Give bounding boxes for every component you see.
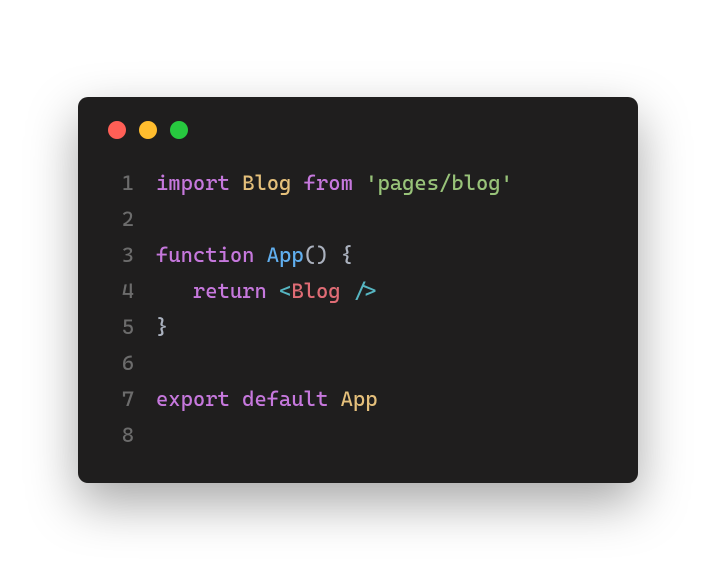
code-token: [353, 171, 365, 195]
code-token: from: [304, 171, 353, 195]
maximize-icon[interactable]: [170, 121, 188, 139]
code-token: [267, 279, 279, 303]
code-line: 6: [104, 345, 612, 381]
line-number: 2: [104, 201, 134, 237]
code-editor-window: 1 import Blog from 'pages/blog' 2 3 functio…: [78, 97, 638, 484]
code-token: [230, 387, 242, 411]
code-token: return: [193, 279, 267, 303]
code-content: [156, 345, 168, 381]
line-number: 1: [104, 165, 134, 201]
code-line: 2: [104, 201, 612, 237]
window-controls: [108, 121, 612, 139]
code-token: [254, 243, 266, 267]
code-content: }: [156, 309, 168, 345]
code-line: 4 return <Blog />: [104, 273, 612, 309]
code-token: {: [341, 243, 353, 267]
line-number: 3: [104, 237, 134, 273]
code-token: Blog: [242, 171, 291, 195]
line-number: 5: [104, 309, 134, 345]
code-content: export default App: [156, 381, 378, 417]
close-icon[interactable]: [108, 121, 126, 139]
line-number: 6: [104, 345, 134, 381]
code-token: App: [341, 387, 378, 411]
code-token: App: [267, 243, 304, 267]
code-token: [156, 279, 193, 303]
line-number: 7: [104, 381, 134, 417]
code-token: }: [156, 315, 168, 339]
line-number: 4: [104, 273, 134, 309]
code-token: />: [353, 279, 378, 303]
code-token: export: [156, 387, 230, 411]
code-token: Blog: [291, 279, 340, 303]
code-token: (): [304, 243, 329, 267]
code-token: 'pages/blog': [365, 171, 513, 195]
minimize-icon[interactable]: [139, 121, 157, 139]
code-token: [328, 243, 340, 267]
code-content: import Blog from 'pages/blog': [156, 165, 513, 201]
code-content: function App() {: [156, 237, 353, 273]
code-line: 3 function App() {: [104, 237, 612, 273]
code-line: 1 import Blog from 'pages/blog': [104, 165, 612, 201]
code-content: return <Blog />: [156, 273, 378, 309]
code-token: [291, 171, 303, 195]
code-area[interactable]: 1 import Blog from 'pages/blog' 2 3 functio…: [104, 165, 612, 454]
code-content: [156, 201, 168, 237]
code-content: [156, 417, 168, 453]
code-token: <: [279, 279, 291, 303]
code-token: [328, 387, 340, 411]
code-line: 8: [104, 417, 612, 453]
code-token: [341, 279, 353, 303]
code-token: function: [156, 243, 254, 267]
code-token: [230, 171, 242, 195]
code-token: import: [156, 171, 230, 195]
line-number: 8: [104, 417, 134, 453]
code-token: default: [242, 387, 328, 411]
code-line: 5}: [104, 309, 612, 345]
code-line: 7 export default App: [104, 381, 612, 417]
